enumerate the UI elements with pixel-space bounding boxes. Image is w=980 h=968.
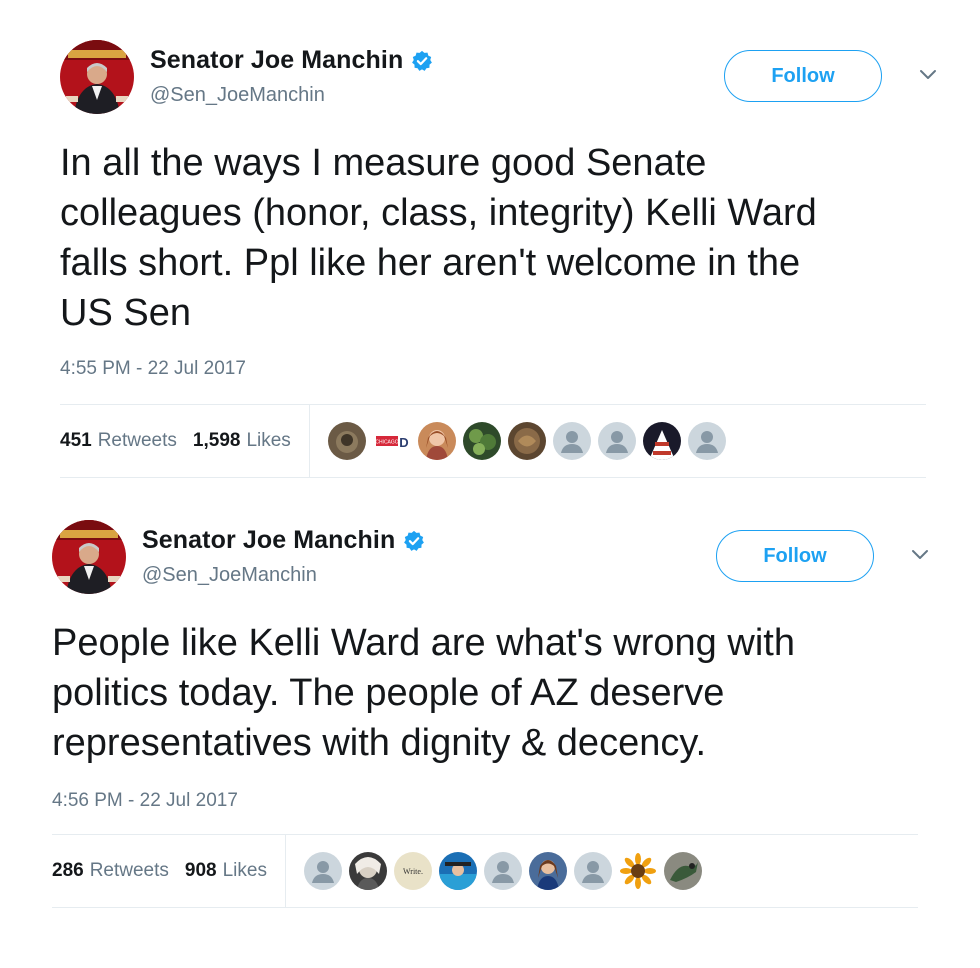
liker-avatar[interactable]	[573, 852, 612, 890]
liker-avatar[interactable]	[438, 852, 477, 890]
liker-logo-text: Write.	[403, 867, 423, 876]
retweets-label: Retweets	[97, 430, 177, 451]
svg-text:D: D	[399, 435, 408, 450]
liker-avatar[interactable]	[642, 422, 681, 460]
profile-avatar[interactable]	[52, 520, 126, 594]
likes-label: Likes	[246, 430, 291, 451]
liker-avatar[interactable]	[303, 852, 342, 890]
liker-avatars: CHICAGO D	[327, 422, 726, 460]
likes-count: 1,598	[192, 430, 241, 451]
retweets-count: 451	[60, 430, 92, 451]
display-name[interactable]: Senator Joe Manchin	[150, 46, 403, 75]
author-handle[interactable]: @Sen_JoeManchin	[150, 84, 325, 107]
tweet-timestamp[interactable]: 4:55 PM - 22 Jul 2017	[60, 358, 246, 380]
liker-avatar[interactable]	[483, 852, 522, 890]
stats-divider	[284, 835, 286, 907]
liker-avatar[interactable]	[462, 422, 501, 460]
liker-avatar[interactable]	[552, 422, 591, 460]
stats-divider	[308, 405, 310, 477]
engagement-bar: 286 Retweets 908 Likes Write.	[52, 834, 918, 908]
retweets-stat[interactable]: 451 Retweets	[60, 430, 177, 452]
liker-avatar[interactable]	[597, 422, 636, 460]
liker-avatar[interactable]	[348, 852, 387, 890]
retweets-count: 286	[52, 860, 84, 881]
tweet-text: People like Kelli Ward are what's wrong …	[52, 622, 795, 764]
engagement-bar: 451 Retweets 1,598 Likes CHICAGO D	[60, 404, 926, 478]
liker-avatar[interactable]	[687, 422, 726, 460]
liker-avatar[interactable]	[618, 852, 657, 890]
follow-button[interactable]: Follow	[716, 530, 874, 582]
tweet-timestamp[interactable]: 4:56 PM - 22 Jul 2017	[52, 790, 238, 812]
liker-avatar[interactable]	[417, 422, 456, 460]
verified-badge-icon	[412, 50, 433, 71]
tweet-text: In all the ways I measure good Senate co…	[60, 142, 817, 334]
likes-count: 908	[184, 860, 217, 881]
chevron-down-icon[interactable]	[918, 68, 938, 82]
display-name[interactable]: Senator Joe Manchin	[142, 526, 395, 555]
likes-stat[interactable]: 1,598 Likes	[193, 430, 291, 452]
author-name-row: Senator Joe Manchin	[150, 46, 433, 75]
liker-avatar[interactable]	[663, 852, 702, 890]
liker-avatar[interactable]: CHICAGO D	[372, 422, 411, 460]
chevron-down-icon[interactable]	[910, 548, 930, 562]
likes-label: Likes	[222, 860, 267, 881]
retweets-stat[interactable]: 286 Retweets	[52, 860, 169, 882]
verified-badge-icon	[404, 530, 425, 551]
liker-avatar[interactable]	[528, 852, 567, 890]
liker-logo-text: CHICAGO	[375, 440, 398, 446]
liker-avatar[interactable]	[327, 422, 366, 460]
profile-avatar[interactable]	[60, 40, 134, 114]
liker-avatar[interactable]: Write.	[393, 852, 432, 890]
likes-stat[interactable]: 908 Likes	[185, 860, 267, 882]
retweets-label: Retweets	[89, 860, 169, 881]
liker-avatar[interactable]	[507, 422, 546, 460]
author-handle[interactable]: @Sen_JoeManchin	[142, 564, 317, 587]
author-name-row: Senator Joe Manchin	[142, 526, 425, 555]
follow-button[interactable]: Follow	[724, 50, 882, 102]
liker-avatars: Write.	[303, 852, 702, 890]
